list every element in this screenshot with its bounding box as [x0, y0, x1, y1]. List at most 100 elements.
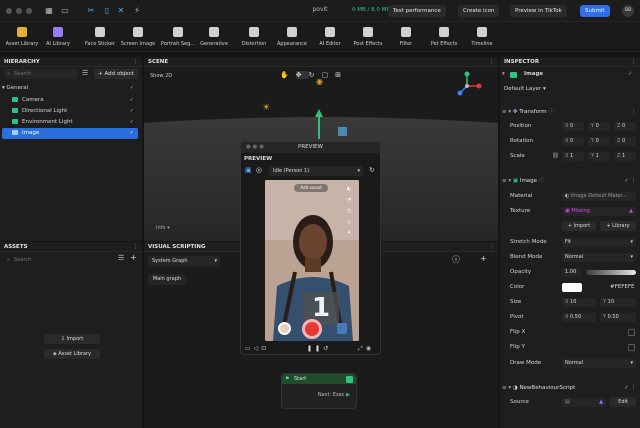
fullscreen-icon[interactable]: ⤢ — [358, 345, 366, 352]
scale-y-field[interactable]: Y 1 — [588, 152, 610, 161]
move-icon[interactable]: ✥ — [295, 71, 309, 79]
record-button[interactable] — [302, 319, 322, 339]
window-close-dot[interactable] — [6, 8, 12, 14]
bolt-icon[interactable]: ⚡ — [132, 6, 142, 16]
hierarchy-item-camera[interactable]: Camera ✓ — [2, 95, 138, 106]
pivot-x-field[interactable]: X 0.50 — [562, 313, 596, 322]
script-section-header[interactable]: ≡ ▾ ◑ NewBehaviourScript ✓ ⋮ — [500, 383, 640, 394]
test-performance-button[interactable]: Test performance — [388, 5, 446, 17]
more-icon[interactable]: ⋮ — [631, 57, 637, 67]
opacity-field[interactable]: 1.00 — [562, 268, 582, 277]
avatar[interactable]: DB — [622, 5, 634, 17]
transform-section-header[interactable]: ≡ ▾ ✥ Transform ⓘ ⋮ — [500, 107, 640, 118]
tool-timeline[interactable]: Timeline — [460, 24, 504, 50]
cross-tools-icon[interactable]: ✕ — [116, 6, 126, 16]
more-icon[interactable]: ⋮ — [489, 242, 495, 252]
material-field[interactable]: ◐ Image Default Mater... — [562, 192, 636, 201]
size-y-field[interactable]: Y 10 — [600, 298, 636, 307]
position-z-field[interactable]: Z 0 — [614, 122, 636, 131]
add-sound-button[interactable]: Add sound — [294, 184, 328, 192]
add-node-icon[interactable]: + — [480, 254, 487, 263]
more-icon[interactable]: ⋮ — [631, 107, 637, 118]
timer-icon[interactable]: ◷ — [347, 208, 351, 214]
submit-button[interactable]: Submit — [580, 5, 610, 17]
help-icon[interactable]: ⓘ — [539, 178, 545, 184]
image-section-header[interactable]: ≡ ▾ ▣ Image ⓘ ✓ ⋮ — [500, 176, 640, 187]
link-icon[interactable]: ⛓ — [552, 153, 559, 159]
create-icon-button[interactable]: Create icon — [458, 5, 500, 17]
rotation-x-field[interactable]: X 0 — [562, 137, 584, 146]
node-toggle[interactable] — [346, 375, 353, 383]
scale-icon[interactable]: ▢ — [321, 71, 335, 79]
stretch-mode-select[interactable]: Fit ▾ — [562, 238, 636, 247]
start-node-output[interactable]: Next: Exec ▶ — [318, 392, 350, 398]
start-node[interactable]: ⚑ Start Next: Exec ▶ — [281, 373, 357, 409]
connect-icon[interactable]: ✂ — [86, 6, 96, 16]
save-icon[interactable]: ▭ — [60, 6, 70, 16]
visibility-check-icon[interactable]: ✓ — [130, 106, 134, 117]
light-gizmo-icon[interactable]: ☀ — [262, 103, 270, 113]
restart-icon[interactable]: ↺ — [323, 345, 331, 352]
hierarchy-search-input[interactable]: ⌕ Search — [4, 69, 78, 79]
color-hex-value[interactable]: #FEFEFE — [610, 284, 635, 290]
assets-search-input[interactable]: ⌕ Search — [4, 255, 112, 265]
more-icon[interactable]: ✓ ⋮ — [624, 383, 636, 394]
phone-preview-screen[interactable]: Add sound ◐ ◔ ◷ ◇ ✦ 1 — [265, 180, 359, 341]
add-object-button[interactable]: + Add object — [94, 69, 138, 79]
visibility-check-icon[interactable]: ✓ — [130, 117, 134, 128]
speed-icon[interactable]: ◔ — [347, 197, 351, 203]
rotation-y-field[interactable]: Y 0 — [588, 137, 610, 146]
draw-mode-select[interactable]: Normal ▾ — [562, 359, 636, 368]
tool-screen-image[interactable]: Screen Image — [116, 24, 160, 50]
texture-field[interactable]: ▣ Missing ▲ — [562, 207, 636, 216]
tool-ai-library[interactable]: AI Library — [36, 24, 80, 50]
blend-mode-select[interactable]: Normal ▾ — [562, 253, 636, 262]
filter-icon[interactable]: ☰ — [118, 254, 124, 262]
camera-icon[interactable]: ◎ — [256, 166, 262, 174]
screenshot-icon[interactable]: ▭ — [245, 345, 254, 352]
graph-select[interactable]: System Graph ▾ — [148, 256, 220, 266]
effect-icon[interactable] — [278, 322, 291, 335]
visibility-check-icon[interactable]: ✓ — [130, 95, 134, 106]
rotation-z-field[interactable]: Z 0 — [614, 137, 636, 146]
pivot-y-field[interactable]: Y 0.50 — [600, 313, 636, 322]
preview-input-select[interactable]: Idle (Person 1) ▾ — [269, 166, 363, 176]
more-icon[interactable]: ✓ ⋮ — [624, 176, 636, 187]
window-minimize-dot[interactable] — [16, 8, 22, 14]
window-controls-icon[interactable]: ● ● ● — [246, 142, 264, 153]
texture-library-button[interactable]: + Library — [600, 221, 636, 231]
flip-icon[interactable]: ◐ — [347, 186, 351, 192]
more-icon[interactable]: ⋮ — [489, 57, 495, 67]
more-icon[interactable]: ⋮ — [133, 242, 139, 252]
camera-gizmo-icon[interactable]: ◉ — [316, 77, 323, 86]
opacity-slider[interactable] — [586, 270, 636, 275]
image-object[interactable] — [338, 127, 347, 136]
position-x-field[interactable]: X 0 — [562, 122, 584, 131]
add-asset-icon[interactable]: + — [130, 253, 137, 262]
crop-icon[interactable]: ⊡ — [261, 345, 269, 352]
flip-y-checkbox[interactable] — [628, 344, 635, 351]
hand-icon[interactable]: ✋ — [280, 71, 296, 79]
gallery-icon[interactable] — [337, 323, 347, 334]
exec-port-icon[interactable]: ▶ — [346, 392, 350, 398]
record-toggle-icon[interactable]: ◉ — [366, 345, 374, 352]
info-icon[interactable]: ⓘ — [452, 254, 460, 265]
visibility-check-icon[interactable]: ✓ — [130, 128, 134, 139]
position-y-field[interactable]: Y 0 — [588, 122, 610, 131]
object-active-check-icon[interactable]: ✓ — [628, 71, 633, 77]
import-asset-button[interactable]: ⇩ Import — [44, 334, 100, 344]
window-zoom-dot[interactable] — [26, 8, 32, 14]
scene-info-toggle[interactable]: Info ▾ — [156, 225, 170, 231]
chevron-down-icon[interactable]: ▾ — [502, 71, 505, 77]
hierarchy-group-general[interactable]: ▾ General ✓ — [2, 83, 138, 94]
pause-icon[interactable]: ❚❚ — [307, 345, 323, 352]
beauty-icon[interactable]: ✦ — [347, 230, 351, 236]
object-name[interactable]: Image — [524, 71, 543, 77]
orientation-gizmo[interactable] — [452, 71, 482, 101]
show-2d-toggle[interactable]: Show 2D — [150, 73, 172, 79]
grid-icon[interactable]: ▦ — [44, 6, 54, 16]
color-swatch[interactable] — [562, 283, 582, 292]
layer-select[interactable]: Default Layer ▾ — [504, 86, 546, 92]
filter-icon[interactable]: ◇ — [347, 219, 351, 225]
source-field[interactable]: ▤ ▲ — [562, 398, 606, 407]
